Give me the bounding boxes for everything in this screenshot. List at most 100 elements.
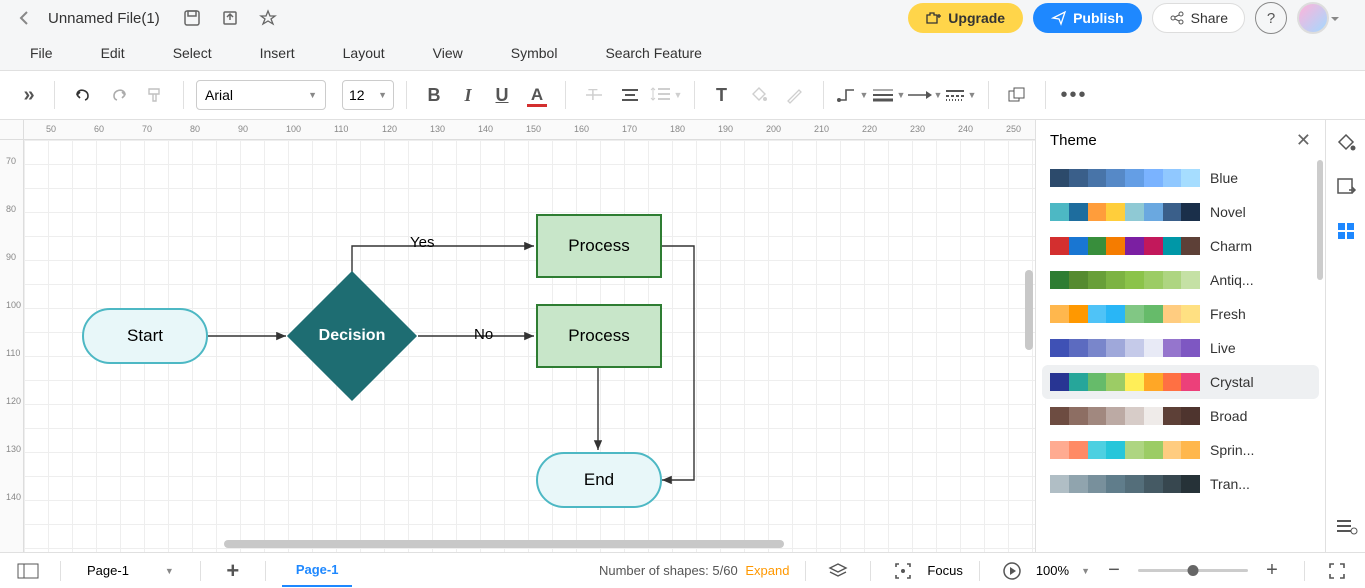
more-button[interactable]: ••• [1058,79,1090,111]
theme-item-label: Sprin... [1210,442,1254,458]
theme-item-antiq[interactable]: Antiq... [1042,263,1319,297]
theme-item-label: Live [1210,340,1236,356]
shape-end[interactable]: End [536,452,662,508]
line-dash-button[interactable]: ▼ [944,79,976,111]
theme-item-tran[interactable]: Tran... [1042,467,1319,501]
undo-button[interactable] [67,79,99,111]
theme-item-blue[interactable]: Blue [1042,161,1319,195]
shape-process-2[interactable]: Process [536,304,662,368]
export-icon[interactable] [220,8,240,28]
theme-item-label: Novel [1210,204,1246,220]
page-dropdown[interactable]: Page-1▼ [77,559,184,582]
filename[interactable]: Unnamed File(1) [48,10,160,27]
right-rail [1325,120,1365,552]
pages-panel-icon[interactable] [12,555,44,587]
shape-decision[interactable]: Decision [306,290,398,382]
fullscreen-icon[interactable] [1321,555,1353,587]
font-size-select[interactable]: 12▼ [342,80,394,110]
theme-item-fresh[interactable]: Fresh [1042,297,1319,331]
page-tab-1[interactable]: Page-1 [282,554,353,587]
zoom-in-button[interactable]: + [1256,555,1288,587]
redo-button[interactable] [103,79,135,111]
font-family-select[interactable]: Arial▼ [196,80,326,110]
close-icon[interactable]: ✕ [1296,130,1311,151]
theme-scrollbar[interactable] [1317,160,1323,280]
export-settings-icon[interactable] [1333,174,1359,200]
theme-item-label: Fresh [1210,306,1246,322]
text-tool-button[interactable]: T [707,79,739,111]
theme-item-sprin[interactable]: Sprin... [1042,433,1319,467]
theme-item-charm[interactable]: Charm [1042,229,1319,263]
fill-bucket-icon[interactable] [1333,130,1359,156]
svg-text:T: T [716,85,727,105]
upgrade-button[interactable]: Upgrade [908,3,1023,33]
arrow-style-button[interactable]: ▼ [908,79,940,111]
theme-item-live[interactable]: Live [1042,331,1319,365]
theme-item-label: Blue [1210,170,1238,186]
edge-label-yes: Yes [410,234,434,251]
theme-item-label: Crystal [1210,374,1254,390]
theme-item-label: Charm [1210,238,1252,254]
publish-label: Publish [1073,10,1124,26]
menu-insert[interactable]: Insert [260,45,295,61]
shape-start[interactable]: Start [82,308,208,364]
theme-item-label: Broad [1210,408,1247,424]
apps-icon[interactable] [1333,218,1359,244]
zoom-out-button[interactable]: − [1098,555,1130,587]
add-page-button[interactable]: + [217,555,249,587]
canvas[interactable]: Start Decision Process Process End Yes N… [24,140,1035,552]
focus-icon[interactable] [887,555,919,587]
menu-search-feature[interactable]: Search Feature [605,45,702,61]
underline-button[interactable]: U [487,79,517,111]
theme-panel-title: Theme [1050,132,1097,149]
zoom-slider[interactable] [1138,569,1248,572]
menu-symbol[interactable]: Symbol [511,45,558,61]
arrange-button[interactable] [1001,79,1033,111]
star-icon[interactable] [258,8,278,28]
toolbar: » Arial▼ 12▼ B I U A T ▼ T ▼ ▼ ▼ ▼ ••• [0,70,1365,120]
layers-icon[interactable] [822,555,854,587]
line-spacing-button[interactable]: ▼ [650,79,682,111]
zoom-value[interactable]: 100% [1036,563,1069,578]
share-button[interactable]: Share [1152,3,1245,33]
theme-item-broad[interactable]: Broad [1042,399,1319,433]
shapes-count-label: Number of shapes: 5/60 [599,563,738,578]
vertical-scrollbar[interactable] [1025,270,1033,350]
list-settings-icon[interactable] [1333,514,1359,540]
theme-item-crystal[interactable]: Crystal [1042,365,1319,399]
horizontal-scrollbar[interactable] [224,540,784,548]
align-button[interactable] [614,79,646,111]
bottom-bar: Page-1▼ + Page-1 Number of shapes: 5/60 … [0,552,1365,588]
publish-button[interactable]: Publish [1033,3,1142,33]
menu-edit[interactable]: Edit [101,45,125,61]
line-color-button[interactable] [779,79,811,111]
bold-button[interactable]: B [419,79,449,111]
font-color-button[interactable]: A [521,79,553,111]
font-size-value: 12 [349,87,365,103]
fill-color-button[interactable] [743,79,775,111]
back-button[interactable] [12,6,36,30]
presentation-icon[interactable] [996,555,1028,587]
menu-view[interactable]: View [433,45,463,61]
menu-layout[interactable]: Layout [343,45,385,61]
line-weight-button[interactable]: ▼ [872,79,904,111]
menu-file[interactable]: File [30,45,53,61]
focus-label[interactable]: Focus [927,563,962,578]
user-avatar[interactable] [1297,2,1329,34]
connector-style-button[interactable]: ▼ [836,79,868,111]
save-icon[interactable] [182,8,202,28]
edge-label-no: No [474,326,493,343]
theme-item-novel[interactable]: Novel [1042,195,1319,229]
strikethrough-button[interactable]: T [578,79,610,111]
menu-select[interactable]: Select [173,45,212,61]
ruler-vertical: 708090100110120130140 [0,140,24,552]
theme-item-label: Tran... [1210,476,1250,492]
expand-link[interactable]: Expand [745,563,789,578]
theme-item-label: Antiq... [1210,272,1254,288]
help-button[interactable]: ? [1255,2,1287,34]
share-label: Share [1191,10,1228,26]
shape-process-1[interactable]: Process [536,214,662,278]
expand-panel-button[interactable]: » [10,79,42,111]
format-painter-button[interactable] [139,79,171,111]
italic-button[interactable]: I [453,79,483,111]
